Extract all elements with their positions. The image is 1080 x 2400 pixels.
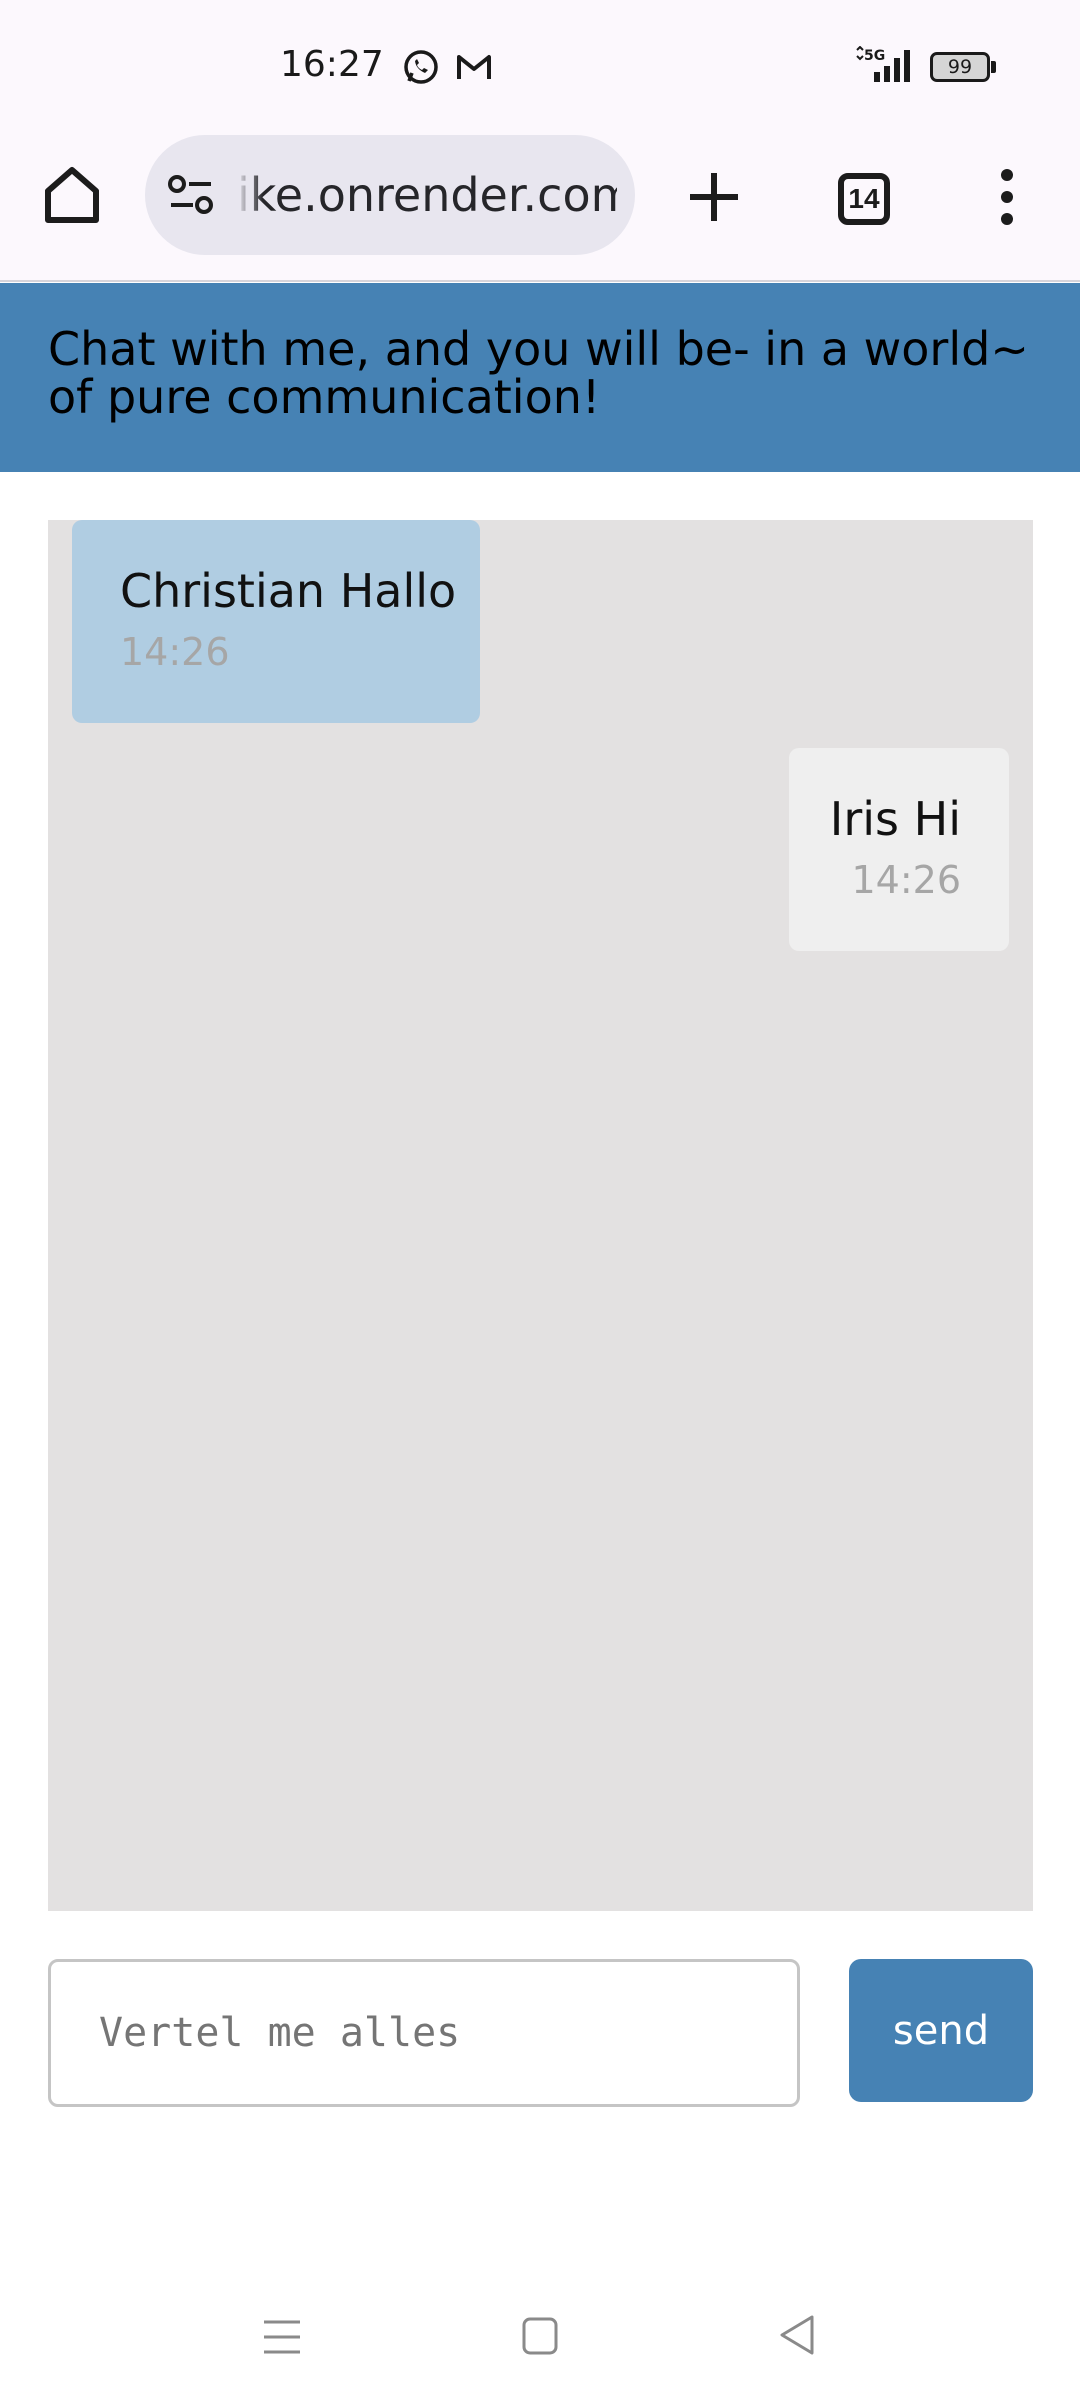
gmail-icon bbox=[457, 55, 491, 79]
message-text: Iris Hi bbox=[829, 792, 961, 846]
message-input[interactable] bbox=[48, 1959, 800, 2107]
signal-icon: 5G bbox=[856, 46, 910, 82]
whatsapp-icon bbox=[404, 50, 438, 84]
message-time: 14:26 bbox=[120, 630, 230, 674]
new-tab-icon[interactable] bbox=[688, 171, 740, 223]
send-button[interactable]: send bbox=[849, 1959, 1033, 2102]
tabs-icon[interactable]: 14 bbox=[838, 173, 890, 225]
message-bubble: Christian Hallo 14:26 bbox=[72, 520, 480, 723]
url-text[interactable]: ike.onrender.com bbox=[237, 168, 617, 222]
chat-window[interactable]: Christian Hallo 14:26 Iris Hi 14:26 bbox=[48, 520, 1033, 1911]
menu-icon[interactable] bbox=[997, 167, 1017, 227]
svg-text:5G: 5G bbox=[864, 48, 885, 64]
address-bar[interactable]: ike.onrender.com bbox=[145, 135, 635, 255]
recents-icon[interactable] bbox=[262, 2318, 302, 2356]
home-nav-icon[interactable] bbox=[522, 2316, 558, 2356]
battery-icon: 99 bbox=[930, 52, 996, 82]
page-header: Chat with me, and you will be- in a worl… bbox=[0, 283, 1080, 472]
browser-toolbar: ike.onrender.com 14 bbox=[0, 135, 1080, 282]
site-settings-icon[interactable] bbox=[167, 173, 215, 217]
message-time: 14:26 bbox=[851, 858, 961, 902]
status-time: 16:27 bbox=[280, 44, 384, 85]
battery-level: 99 bbox=[930, 52, 990, 82]
page-title: Chat with me, and you will be- in a worl… bbox=[48, 322, 1029, 424]
message-text: Christian Hallo bbox=[120, 564, 457, 618]
message-bubble: Iris Hi 14:26 bbox=[789, 748, 1009, 951]
back-icon[interactable] bbox=[779, 2314, 815, 2356]
home-icon[interactable] bbox=[42, 165, 102, 225]
status-bar: 16:27 5G 99 bbox=[0, 0, 1080, 135]
